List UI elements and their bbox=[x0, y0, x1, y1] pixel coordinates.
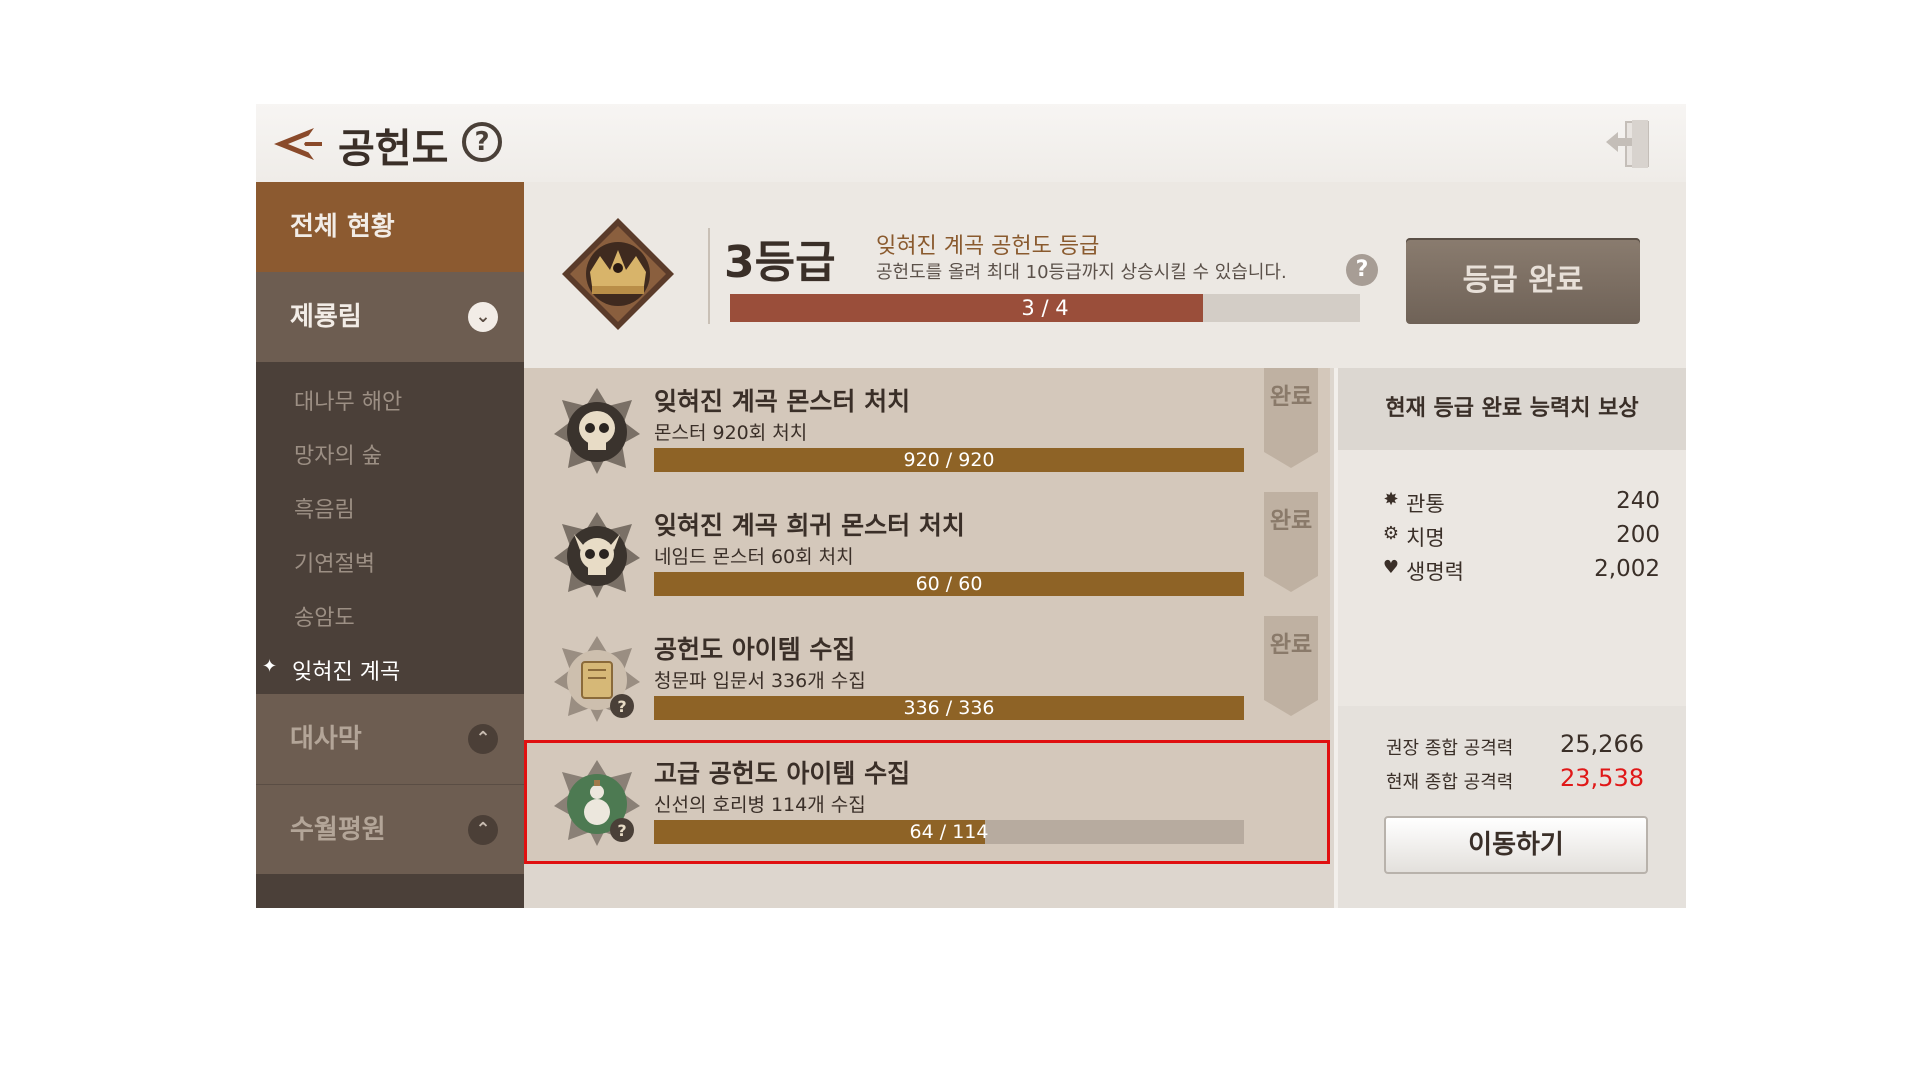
gear-icon: ⚙ bbox=[1382, 523, 1400, 544]
quest-progress-text: 920 / 920 bbox=[903, 449, 995, 471]
complete-label: 완료 bbox=[1269, 384, 1313, 410]
power-area: 권장 종합 공격력 25,266 현재 종합 공격력 23,538 이동하기 bbox=[1338, 706, 1686, 908]
sidebar-item[interactable]: 기연절벽 bbox=[294, 546, 375, 578]
sidebar-overview-label: 전체 현황 bbox=[290, 212, 395, 242]
chevron-up-icon[interactable]: ⌃ bbox=[468, 815, 498, 845]
chevron-up-icon[interactable]: ⌃ bbox=[468, 724, 498, 754]
skull-badge-icon bbox=[554, 388, 640, 474]
sidebar-item[interactable]: 흑음림 bbox=[294, 492, 355, 524]
sidebar-region-label: 대사막 bbox=[290, 724, 362, 754]
region-sidebar: 전체 현황 제룡림 ⌄ 대나무 해안 망자의 숲 흑음림 기연절벽 송암도 ✦ … bbox=[256, 182, 524, 908]
sidebar-item[interactable]: 대나무 해안 bbox=[294, 384, 402, 416]
grade-progress-bar: 3 / 4 bbox=[730, 294, 1360, 322]
quest-description: 네임드 몬스터 60회 처치 bbox=[654, 546, 854, 568]
quest-item[interactable]: ? 공헌도 아이템 수집 청문파 입문서 336개 수집 336 / 336 완… bbox=[524, 616, 1330, 740]
stat-label: 치명 bbox=[1406, 526, 1445, 550]
quest-progress-bar: 920 / 920 bbox=[654, 448, 1244, 472]
stat-row: ✸ 관통 240 bbox=[1380, 488, 1660, 518]
contribution-window: 공헌도 ? 전체 현황 제룡림 ⌄ 대나무 해안 망자의 숲 흑음림 기연절벽 … bbox=[256, 104, 1686, 908]
grade-level: 3등급 bbox=[724, 237, 836, 288]
quest-item[interactable]: 잊혀진 계곡 몬스터 처치 몬스터 920회 처치 920 / 920 완료 bbox=[524, 368, 1330, 492]
sidebar-region-label: 제룡림 bbox=[290, 302, 362, 332]
sidebar-overview[interactable]: 전체 현황 bbox=[256, 182, 524, 272]
quest-title: 공헌도 아이템 수집 bbox=[654, 635, 856, 664]
sidebar-region-jeryongrim[interactable]: 제룡림 ⌄ bbox=[256, 272, 524, 362]
page-title: 공헌도 bbox=[338, 126, 449, 172]
stat-label: 관통 bbox=[1406, 492, 1445, 516]
grade-name: 잊혀진 계곡 공헌도 등급 bbox=[876, 234, 1100, 259]
move-button[interactable]: 이동하기 bbox=[1384, 816, 1648, 874]
quest-progress-bar: 60 / 60 bbox=[654, 572, 1244, 596]
grade-panel: 3등급 잊혀진 계곡 공헌도 등급 공헌도를 올려 최대 10등급까지 상승시킬… bbox=[524, 182, 1686, 368]
help-icon[interactable]: ? bbox=[1346, 254, 1378, 286]
quest-title: 잊혀진 계곡 몬스터 처치 bbox=[654, 387, 911, 416]
quest-item[interactable]: 잊혀진 계곡 희귀 몬스터 처치 네임드 몬스터 60회 처치 60 / 60 … bbox=[524, 492, 1330, 616]
crown-emblem-icon bbox=[562, 218, 674, 330]
complete-label: 완료 bbox=[1269, 632, 1313, 658]
stat-row: ♥ 생명력 2,002 bbox=[1380, 556, 1660, 586]
stat-label: 생명력 bbox=[1406, 560, 1464, 584]
sidebar-region-plain[interactable]: 수월평원 ⌃ bbox=[256, 784, 524, 874]
exit-icon[interactable] bbox=[1602, 118, 1656, 170]
stat-value: 240 bbox=[1616, 488, 1660, 514]
divider bbox=[708, 228, 710, 324]
quest-progress-text: 60 / 60 bbox=[915, 573, 983, 595]
grade-complete-button[interactable]: 등급 완료 bbox=[1406, 238, 1640, 324]
help-badge-icon[interactable]: ? bbox=[617, 697, 626, 716]
current-power-label: 현재 종합 공격력 bbox=[1386, 772, 1514, 793]
reward-panel: 현재 등급 완료 능력치 보상 ✸ 관통 240 ⚙ 치명 200 ♥ 생명력 … bbox=[1338, 368, 1686, 908]
stat-value: 2,002 bbox=[1594, 556, 1660, 582]
horned-skull-badge-icon bbox=[554, 512, 640, 598]
sidebar-item[interactable]: 망자의 숲 bbox=[294, 438, 382, 470]
quest-description: 청문파 입문서 336개 수집 bbox=[654, 670, 866, 692]
window-header: 공헌도 ? bbox=[256, 104, 1686, 182]
sidebar-item[interactable]: 송암도 bbox=[294, 600, 355, 632]
sidebar-region-label: 수월평원 bbox=[290, 815, 386, 845]
grade-progress-text: 3 / 4 bbox=[1021, 296, 1069, 320]
stat-value: 200 bbox=[1616, 522, 1660, 548]
current-location-icon: ✦ bbox=[262, 656, 278, 677]
quest-title: 잊혀진 계곡 희귀 몬스터 처치 bbox=[654, 511, 965, 540]
scroll-badge-icon: ? bbox=[554, 636, 640, 722]
quest-progress-bar: 336 / 336 bbox=[654, 696, 1244, 720]
quest-list: 잊혀진 계곡 몬스터 처치 몬스터 920회 처치 920 / 920 완료 잊… bbox=[524, 368, 1334, 908]
chevron-down-icon[interactable]: ⌄ bbox=[468, 302, 498, 332]
sidebar-item-current[interactable]: 잊혀진 계곡 bbox=[292, 654, 400, 686]
stat-row: ⚙ 치명 200 bbox=[1380, 522, 1660, 552]
recommended-power-label: 권장 종합 공격력 bbox=[1386, 738, 1514, 759]
heart-icon: ♥ bbox=[1382, 557, 1400, 578]
grade-description: 공헌도를 올려 최대 10등급까지 상승시킬 수 있습니다. bbox=[876, 262, 1287, 283]
sidebar-region-desert[interactable]: 대사막 ⌃ bbox=[256, 694, 524, 784]
highlight-box bbox=[524, 740, 1330, 864]
recommended-power-value: 25,266 bbox=[1560, 730, 1644, 758]
back-arrow-icon[interactable] bbox=[270, 122, 326, 166]
quest-description: 몬스터 920회 처치 bbox=[654, 422, 808, 444]
help-icon[interactable]: ? bbox=[462, 122, 502, 162]
quest-progress-text: 336 / 336 bbox=[903, 697, 995, 719]
reward-title: 현재 등급 완료 능력치 보상 bbox=[1338, 368, 1686, 450]
current-power-value: 23,538 bbox=[1560, 764, 1644, 792]
complete-label: 완료 bbox=[1269, 508, 1313, 534]
pierce-icon: ✸ bbox=[1383, 489, 1399, 510]
